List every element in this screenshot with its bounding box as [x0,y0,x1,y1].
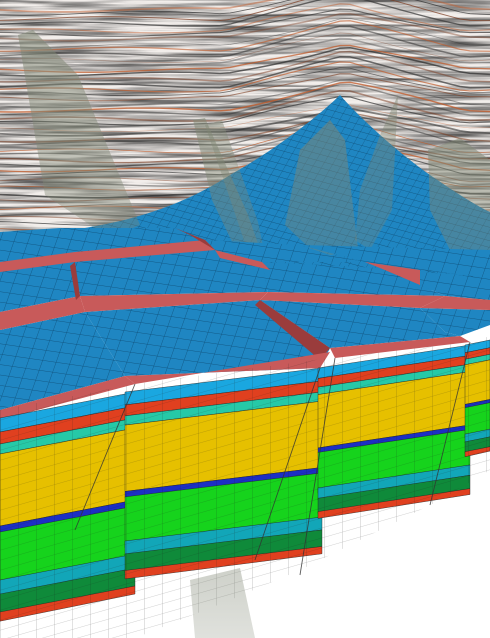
reservoir-model-scene [0,0,490,638]
reservoir-model-svg [0,0,490,638]
